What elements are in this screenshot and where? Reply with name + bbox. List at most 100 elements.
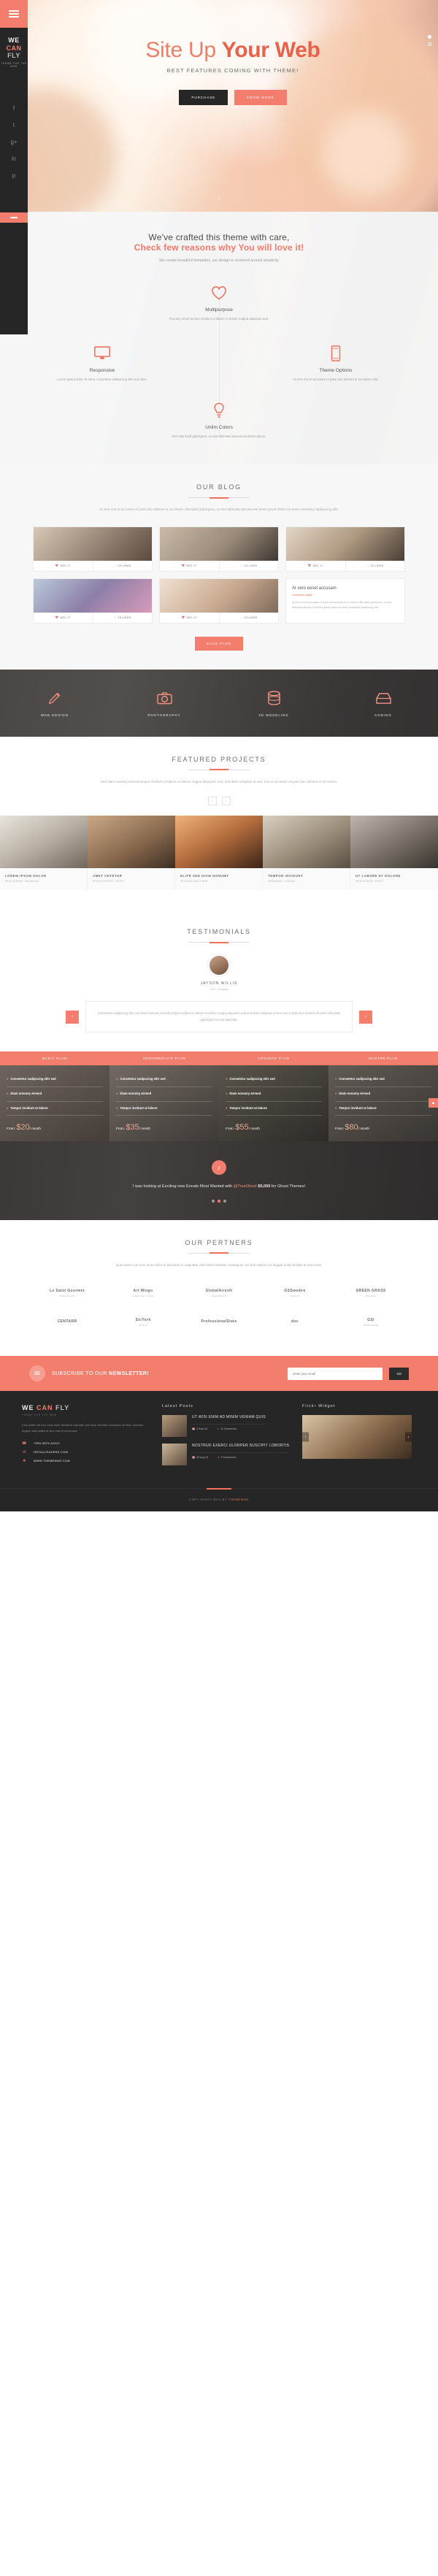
bullet-icon: o [7,1092,9,1096]
partner-logo[interactable]: GREEN GRASS ORGANIC [333,1279,409,1308]
feature-desc: At vero eos et accusam et justo duo dolo… [293,377,379,381]
blog-card[interactable]: 📅 DEC 17 ♡ 15 LIKES [33,526,153,572]
know-more-button[interactable]: KNOW MORE [234,90,287,105]
facebook-icon[interactable]: f [13,105,15,112]
back-to-top-button[interactable]: ▲ [429,1098,438,1108]
blog-date: 📅 DEC 17 [34,560,93,571]
blog-likes[interactable]: ♡ 15 LIKES [220,613,279,623]
testimonial-prev-button[interactable]: ‹ [66,1010,79,1024]
service-3d-modeling[interactable]: 3D MODELING [219,689,328,717]
footer-logo[interactable]: WE CAN FLY [22,1404,150,1411]
minus-icon [10,217,18,218]
project-card[interactable]: TEMPOR INVIDUNT BRANDING / CODING [263,816,350,891]
footer-post[interactable]: NOSTRUD EXERCI ULORPER SUSCIPIT LOBORTIS… [162,1444,291,1466]
purchase-button[interactable]: PURCHASE [179,90,228,105]
newsletter-email-input[interactable] [288,1367,383,1380]
partner-logo[interactable]: GlobalAirsoft EQUIPMENT [181,1279,257,1308]
footer-contact-phone[interactable]: ☎ +555-9876-54321 [22,1441,150,1446]
pricing-plan-master[interactable]: MASTER PLAN o Consetetur sadipscing elitr… [328,1051,438,1142]
blog-card[interactable]: 📅 DEC 17 ♡ 15 LIKES [33,578,153,624]
newsletter-submit-button[interactable]: GO [389,1367,409,1380]
footer-post[interactable]: UT WISI ENIM AD MINIM VENIAM QUIS 📅 3 Sep… [162,1415,291,1438]
footer-contact-email[interactable]: ✉ INFO@LEADERS.COM [22,1450,150,1454]
project-card[interactable]: LOREM IPSUM DOLOR WEB DESIGN / BRANDING [0,816,88,891]
service-web-design[interactable]: WEB DESIGN [0,689,110,717]
hero-slider-dots[interactable] [428,35,431,46]
tw-dot-3[interactable] [223,1199,226,1203]
bullet-icon: o [226,1092,228,1096]
google-plus-icon[interactable]: g+ [10,139,17,145]
blog-feature-post[interactable]: At vero eosel accusam consetetur adipisi… [285,578,405,624]
partner-logo[interactable]: doc [257,1308,333,1337]
blog-likes[interactable]: ♡ 15 LIKES [93,561,153,571]
mail-icon: ✉ [23,1450,26,1455]
monitor-icon [47,344,157,363]
partner-logo[interactable]: Le Saint Gourmet FINE FOODS [29,1279,105,1308]
projects-next-button[interactable]: › [221,797,231,806]
slider-dot-2[interactable] [428,42,431,46]
heart-icon: ♡ [239,564,243,567]
logo[interactable]: WE CAN FLY THEME FOR THE WEB [0,37,28,68]
bullet-icon: o [335,1077,337,1081]
cylinder-icon [219,689,328,708]
slider-dot-1[interactable] [428,35,431,39]
partner-logo[interactable]: GSSweden GROUP [257,1279,333,1308]
blog-likes[interactable]: ♡ 15 LIKES [93,613,153,623]
calendar-icon: 📅 [55,616,59,619]
partner-logo[interactable]: CENTARR [29,1308,105,1337]
services-section: WEB DESIGN PHOTOGRAPHY 3D MODELING CODIN… [0,669,438,737]
calendar-icon: 📅 [55,564,59,567]
pricing-plan-advance[interactable]: ADVANCE PLAN o Consetetur sadipscing elit… [219,1051,328,1142]
footer: WE CAN FLY THEME FOR THE WEB Duis autem … [0,1391,438,1512]
project-card[interactable]: ELITR SED DIAM NONUMY 3D MODELING / WEB [175,816,263,891]
blog-date: 📅 DEC 17 [286,560,346,571]
blog-thumbnail [286,526,404,561]
twitter-slider-dots[interactable] [0,1199,438,1203]
blog-card[interactable]: 📅 DEC 17 ♡ 15 LIKES [285,526,405,572]
social-links: f t g+ in p [0,105,28,179]
service-label: CODING [374,713,392,718]
plan-price: From: $80/ month [335,1123,369,1132]
partner-logo[interactable]: GSI WORLDWIDE [333,1308,409,1337]
project-card[interactable]: UT LABORE ET DOLORE WEB DESIGN / PRINT [350,816,438,891]
blog-card[interactable]: 📅 DEC 17 ♡ 15 LIKES [159,526,279,572]
twitter-handle[interactable]: @TrueGhost [234,1184,257,1189]
flickr-image[interactable]: ‹ › [302,1415,412,1460]
partner-logo[interactable]: Art Mingo CREATIVE STUDIO [105,1279,181,1308]
scroll-down-icon[interactable]: ⌄ [216,193,222,202]
pricing-plan-basic[interactable]: BASIC PLAN o Consetetur sadipscing elitr … [0,1051,110,1142]
feature-card-responsive[interactable]: Responsive Lorem ipsum dolor sit amet, c… [47,344,157,383]
phone-icon: ☎ [22,1441,27,1446]
tw-dot-2[interactable] [218,1199,220,1203]
copyright: COPY RIGHT 2014 BY THEMEWAR [189,1498,249,1502]
flickr-next-button[interactable]: › [405,1432,412,1442]
blog-card[interactable]: 📅 DEC 17 ♡ 15 LIKES [159,578,279,624]
plan-feature: o Diam nonumy eirmod [226,1087,322,1102]
tw-dot-1[interactable] [212,1199,215,1203]
feature-card-theme-options[interactable]: Theme Options At vero eos et accusam et … [281,344,391,383]
projects-section: FEATURED PROJECTS Sed diam nonumy eirmod… [0,737,438,910]
service-photography[interactable]: PHOTOGRAPHY [110,689,219,717]
service-coding[interactable]: CODING [328,689,438,717]
partner-logo[interactable]: ProfessionalStats [181,1308,257,1337]
flickr-prev-button[interactable]: ‹ [302,1432,309,1442]
footer-contact-web[interactable]: ☸ WWW.THEMEWAR.COM [22,1459,150,1463]
rail-footer-button[interactable] [0,212,28,223]
blog-thumbnail [160,578,278,613]
twitter-icon[interactable]: t [13,122,15,129]
linkedin-icon[interactable]: in [12,156,16,162]
envelope-icon: ✉ [29,1365,45,1382]
projects-prev-button[interactable]: ‹ [207,797,217,806]
blog-title: OUR BLOG [196,483,242,491]
menu-button[interactable] [0,0,28,28]
pinterest-icon[interactable]: p [12,172,15,179]
blog-likes[interactable]: ♡ 15 LIKES [220,561,279,571]
blog-lede: At vero eos et accusam et justo duo dolo… [99,507,339,512]
pricing-plan-intermediate[interactable]: INTERMEDIATE PLAN o Consetetur sadipscing… [110,1051,219,1142]
blog-page-button[interactable]: BLOG PAGE [194,636,244,651]
partner-logo[interactable]: SicYork STUDIO [105,1308,181,1337]
testimonial-next-button[interactable]: › [359,1010,372,1024]
partners-section: OUR PERTNERS Duis autem vel eum iriure d… [0,1219,438,1357]
blog-likes[interactable]: ♡ 15 LIKES [346,561,405,571]
project-card[interactable]: AMET CETETUR PHOTOGRAPHY / PRINT [88,816,175,891]
